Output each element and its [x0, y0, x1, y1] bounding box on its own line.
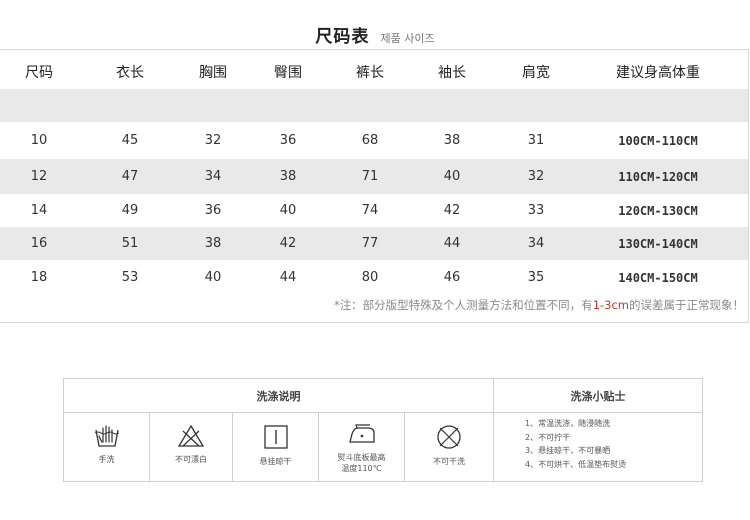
care-tips-title: 洗涤小贴士 — [570, 389, 626, 403]
table-row: 16 51 38 42 77 44 34 130CM-140CM — [0, 227, 748, 260]
care-item-no-bleach: 不可漂白 — [150, 413, 232, 482]
care-tips-list: 1、常温洗涤，随浸随洗 2、不可拧干 3、悬挂晾干，不可暴晒 4、不可烘干、低温… — [525, 417, 695, 471]
care-label: 熨斗底板最高 温度110℃ — [338, 452, 386, 474]
cell-height-weight: 140CM-150CM — [618, 270, 698, 285]
col-header-length: 衣长 — [116, 65, 144, 81]
care-item-no-dry-clean: 不可干洗 — [405, 413, 493, 482]
cell-chest: 38 — [204, 236, 222, 251]
col-header-height-weight: 建议身高体重 — [616, 65, 700, 81]
hand-wash-icon — [94, 425, 119, 447]
hang-dry-icon — [263, 425, 288, 449]
care-tip: 3、悬挂晾干，不可暴晒 — [525, 446, 611, 456]
care-header: 洗涤说明 洗涤小贴士 — [64, 379, 702, 413]
cell-height-weight: 110CM-120CM — [618, 169, 698, 184]
col-header-size: 尺码 — [25, 65, 53, 81]
care-label: 不可漂白 — [175, 455, 207, 464]
table-row: 14 49 36 40 74 42 33 120CM-130CM — [0, 194, 748, 227]
cell-pants-length: 77 — [361, 236, 379, 251]
care-table: 洗涤说明 洗涤小贴士 手洗 不可漂白 悬挂晾干 熨斗底板最高 温度110℃ 不可… — [63, 378, 703, 482]
col-header-hip: 臀围 — [274, 65, 302, 81]
care-label: 手洗 — [98, 455, 115, 464]
cell-sleeve: 42 — [443, 203, 461, 218]
iron-icon — [348, 424, 375, 443]
cell-pants-length: 74 — [361, 203, 379, 218]
care-label: 不可干洗 — [433, 457, 465, 466]
cell-shoulder: 33 — [527, 203, 545, 218]
cell-length: 49 — [121, 203, 139, 218]
cell-length: 45 — [121, 133, 139, 148]
cell-chest: 40 — [204, 270, 222, 285]
no-dry-clean-icon — [437, 425, 461, 449]
care-label-line2: 温度110℃ — [341, 464, 382, 473]
cell-size: 14 — [30, 203, 48, 218]
cell-chest: 34 — [204, 169, 222, 184]
cell-height-weight: 100CM-110CM — [618, 133, 698, 148]
note-text-before: *注：部分版型特殊及个人测量方法和位置不同，有 — [333, 298, 593, 312]
col-header-chest: 胸围 — [199, 65, 227, 81]
cell-hip: 36 — [279, 133, 297, 148]
cell-length: 47 — [121, 169, 139, 184]
cell-hip: 38 — [279, 169, 297, 184]
care-tip: 4、不可烘干、低温垫布熨烫 — [525, 459, 627, 469]
cell-length: 53 — [121, 270, 139, 285]
table-header-row: 尺码 衣长 胸围 臀围 裤长 袖长 肩宽 建议身高体重 — [0, 53, 748, 91]
care-item-hang-dry: 悬挂晾干 — [233, 413, 318, 482]
care-item-hand-wash: 手洗 — [64, 413, 149, 482]
table-row: 12 47 34 38 71 40 32 110CM-120CM — [0, 159, 748, 194]
cell-hip: 44 — [279, 270, 297, 285]
table-row: 18 53 40 44 80 46 35 140CM-150CM — [0, 260, 748, 295]
cell-chest: 32 — [204, 133, 222, 148]
size-chart-title: 尺码表 제품 사이즈 — [0, 22, 750, 47]
measurement-note: *注：部分版型特殊及个人测量方法和位置不同，有1-3cm的误差属于正常现象！ — [334, 297, 744, 313]
no-bleach-icon — [177, 424, 205, 447]
cell-shoulder: 35 — [527, 270, 545, 285]
care-section-title: 洗涤说明 — [256, 389, 301, 403]
care-label-line1: 熨斗底板最高 — [337, 453, 386, 462]
cell-sleeve: 46 — [443, 270, 461, 285]
care-tip: 2、不可拧干 — [525, 432, 571, 442]
col-header-sleeve: 袖长 — [438, 65, 466, 81]
note-text-after: 的误差属于正常现象！ — [629, 298, 744, 312]
care-label: 悬挂晾干 — [259, 457, 292, 466]
table-row: 10 45 32 36 68 38 31 100CM-110CM — [0, 122, 748, 159]
cell-shoulder: 31 — [527, 133, 545, 148]
cell-pants-length: 71 — [361, 169, 379, 184]
cell-pants-length: 68 — [361, 133, 379, 148]
cell-pants-length: 80 — [361, 270, 379, 285]
cell-hip: 40 — [279, 203, 297, 218]
title-main: 尺码表 — [315, 27, 370, 47]
table-spacer-row — [0, 89, 748, 122]
note-highlight: 1-3cm — [592, 298, 629, 312]
col-header-shoulder: 肩宽 — [522, 65, 550, 81]
cell-sleeve: 44 — [443, 236, 461, 251]
cell-height-weight: 120CM-130CM — [618, 203, 698, 218]
size-chart-table: 尺码 衣长 胸围 臀围 裤长 袖长 肩宽 建议身高体重 10 45 32 36 … — [0, 49, 749, 323]
cell-sleeve: 38 — [443, 133, 461, 148]
divider — [493, 379, 494, 481]
cell-height-weight: 130CM-140CM — [618, 236, 698, 251]
cell-size: 12 — [30, 169, 48, 184]
cell-shoulder: 32 — [527, 169, 545, 184]
col-header-pants-length: 裤长 — [356, 65, 384, 81]
cell-size: 16 — [30, 236, 48, 251]
cell-hip: 42 — [279, 236, 297, 251]
cell-chest: 36 — [204, 203, 222, 218]
care-tip: 1、常温洗涤，随浸随洗 — [525, 419, 611, 428]
cell-sleeve: 40 — [443, 169, 461, 184]
cell-size: 10 — [30, 133, 48, 148]
care-item-iron: 熨斗底板最高 温度110℃ — [319, 413, 404, 482]
title-sub: 제품 사이즈 — [380, 32, 435, 45]
cell-size: 18 — [30, 270, 48, 285]
cell-length: 51 — [121, 236, 139, 251]
cell-shoulder: 34 — [527, 236, 545, 251]
